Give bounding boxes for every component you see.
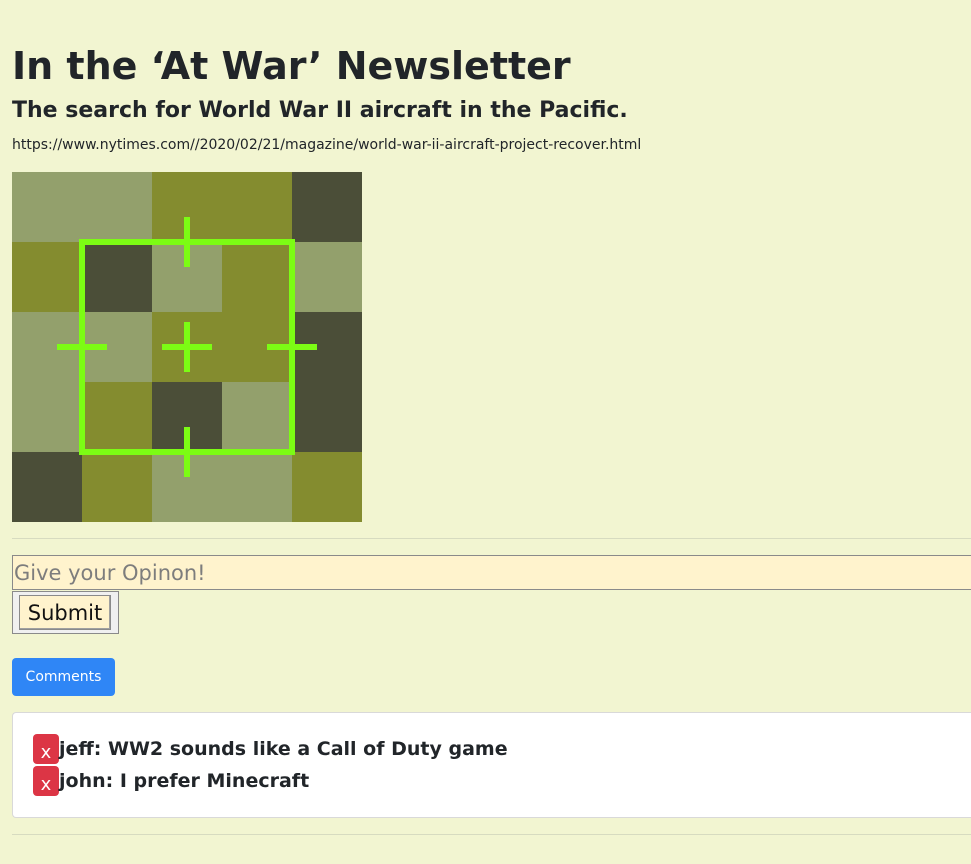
page-title: In the ‘At War’ Newsletter [12, 44, 571, 88]
delete-comment-button[interactable]: x [33, 734, 59, 764]
article-subtitle: The search for World War II aircraft in … [12, 98, 628, 123]
submit-button-frame: Submit [12, 591, 119, 634]
page: In the ‘At War’ Newsletter The search fo… [0, 0, 971, 864]
comment-item: x jeff: WW2 sounds like a Call of Duty g… [33, 733, 962, 765]
comment-item: x john: I prefer Minecraft [33, 765, 962, 797]
opinion-input[interactable] [12, 555, 971, 590]
divider [12, 834, 971, 835]
delete-comment-button[interactable]: x [33, 766, 59, 796]
comment-text: john: I prefer Minecraft [59, 770, 310, 792]
submit-button[interactable]: Submit [19, 595, 111, 630]
divider [12, 538, 971, 539]
comments-list: x jeff: WW2 sounds like a Call of Duty g… [12, 712, 971, 818]
article-url: https://www.nytimes.com//2020/02/21/maga… [12, 137, 642, 153]
comment-text: jeff: WW2 sounds like a Call of Duty gam… [59, 738, 508, 760]
target-crosshair-icon [12, 172, 362, 522]
comments-toggle-button[interactable]: Comments [12, 658, 115, 696]
